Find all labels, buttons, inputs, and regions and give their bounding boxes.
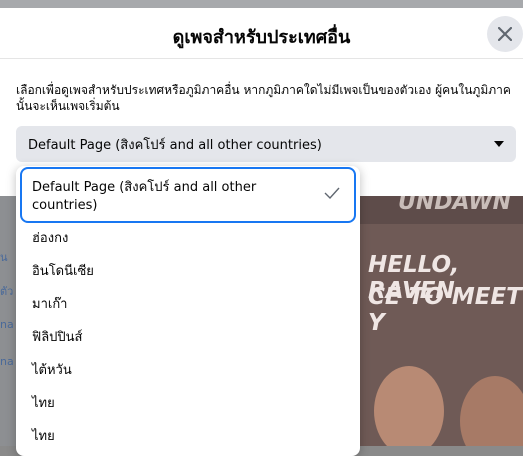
dialog-title: ดูเพจสำหรับประเทศอื่น: [172, 27, 351, 48]
character-illustration: [460, 376, 523, 446]
dropdown-option-label: Default Page (สิงคโปร์ and all other cou…: [32, 180, 257, 213]
background-side-text: น: [0, 251, 8, 264]
background-side-text: ตัว: [0, 285, 14, 298]
close-button[interactable]: [487, 16, 523, 52]
dropdown-option[interactable]: ไต้หวัน: [20, 353, 356, 386]
country-select-value: Default Page (สิงคโปร์ and all other cou…: [28, 137, 322, 153]
background-side-text: na: [0, 318, 14, 331]
dropdown-option[interactable]: ฮ่องกง: [20, 221, 356, 254]
character-illustration: [374, 366, 444, 446]
dropdown-option[interactable]: มาเก๊า: [20, 287, 356, 320]
background-side-text: na: [0, 355, 14, 368]
country-select[interactable]: Default Page (สิงคโปร์ and all other cou…: [16, 126, 516, 162]
check-icon: [324, 187, 340, 199]
banner-text: CE TO MEET Y: [368, 284, 522, 336]
dialog-description: เลือกเพื่อดูเพจสำหรับประเทศหรือภูมิภาคอื…: [16, 83, 511, 113]
dropdown-option[interactable]: ไทย: [20, 419, 356, 452]
country-dropdown-menu: Default Page (สิงคโปร์ and all other cou…: [16, 166, 360, 456]
dropdown-option-selected[interactable]: Default Page (สิงคโปร์ and all other cou…: [20, 167, 356, 223]
caret-down-icon: [494, 141, 504, 147]
dropdown-option[interactable]: อินโดนีเซีย: [20, 254, 356, 287]
banner-text: UNDAWN: [398, 196, 512, 215]
dropdown-option[interactable]: ฟิลิปปินส์: [20, 320, 356, 353]
cover-banner-image: UNDAWN HELLO, RAVEN CE TO MEET Y: [360, 196, 523, 446]
dialog-divider: [0, 58, 523, 59]
close-icon: [498, 27, 512, 41]
dropdown-option[interactable]: ไทย: [20, 386, 356, 419]
